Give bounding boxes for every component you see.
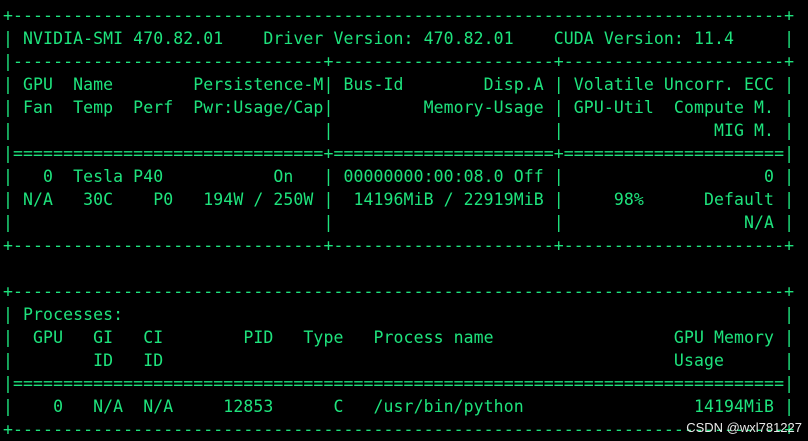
terminal-line: | Fan Temp Perf Pwr:Usage/Cap| Memory-Us… [3, 98, 795, 117]
terminal-line: | 0 N/A N/A 12853 C /usr/bin/python 1419… [3, 397, 795, 416]
terminal-line: |=======================================… [3, 374, 795, 393]
terminal-line: | GPU Name Persistence-M| Bus-Id Disp.A … [3, 75, 795, 94]
terminal-output: +---------------------------------------… [3, 4, 808, 440]
terminal-line: |===============================+=======… [3, 144, 795, 163]
terminal-line: | GPU GI CI PID Type Process name GPU Me… [3, 328, 795, 347]
terminal-line: | NVIDIA-SMI 470.82.01 Driver Version: 4… [3, 29, 795, 48]
terminal-line: +---------------------------------------… [3, 282, 795, 301]
terminal-line: +---------------------------------------… [3, 6, 795, 25]
terminal-line: +-------------------------------+-------… [3, 236, 795, 255]
terminal-line: | | | MIG M. | [3, 121, 795, 140]
terminal-line: | N/A 30C P0 194W / 250W | 14196MiB / 22… [3, 190, 795, 209]
terminal-line: |-------------------------------+-------… [3, 52, 795, 71]
terminal-line: | | | N/A | [3, 213, 795, 232]
terminal-line: | ID ID Usage | [3, 351, 795, 370]
terminal-line: | 0 Tesla P40 On | 00000000:00:08.0 Off … [3, 167, 795, 186]
terminal-line: +---------------------------------------… [3, 420, 795, 439]
watermark-text: CSDN @wxl781227 [686, 420, 802, 435]
terminal-line: | Processes: | [3, 305, 795, 324]
